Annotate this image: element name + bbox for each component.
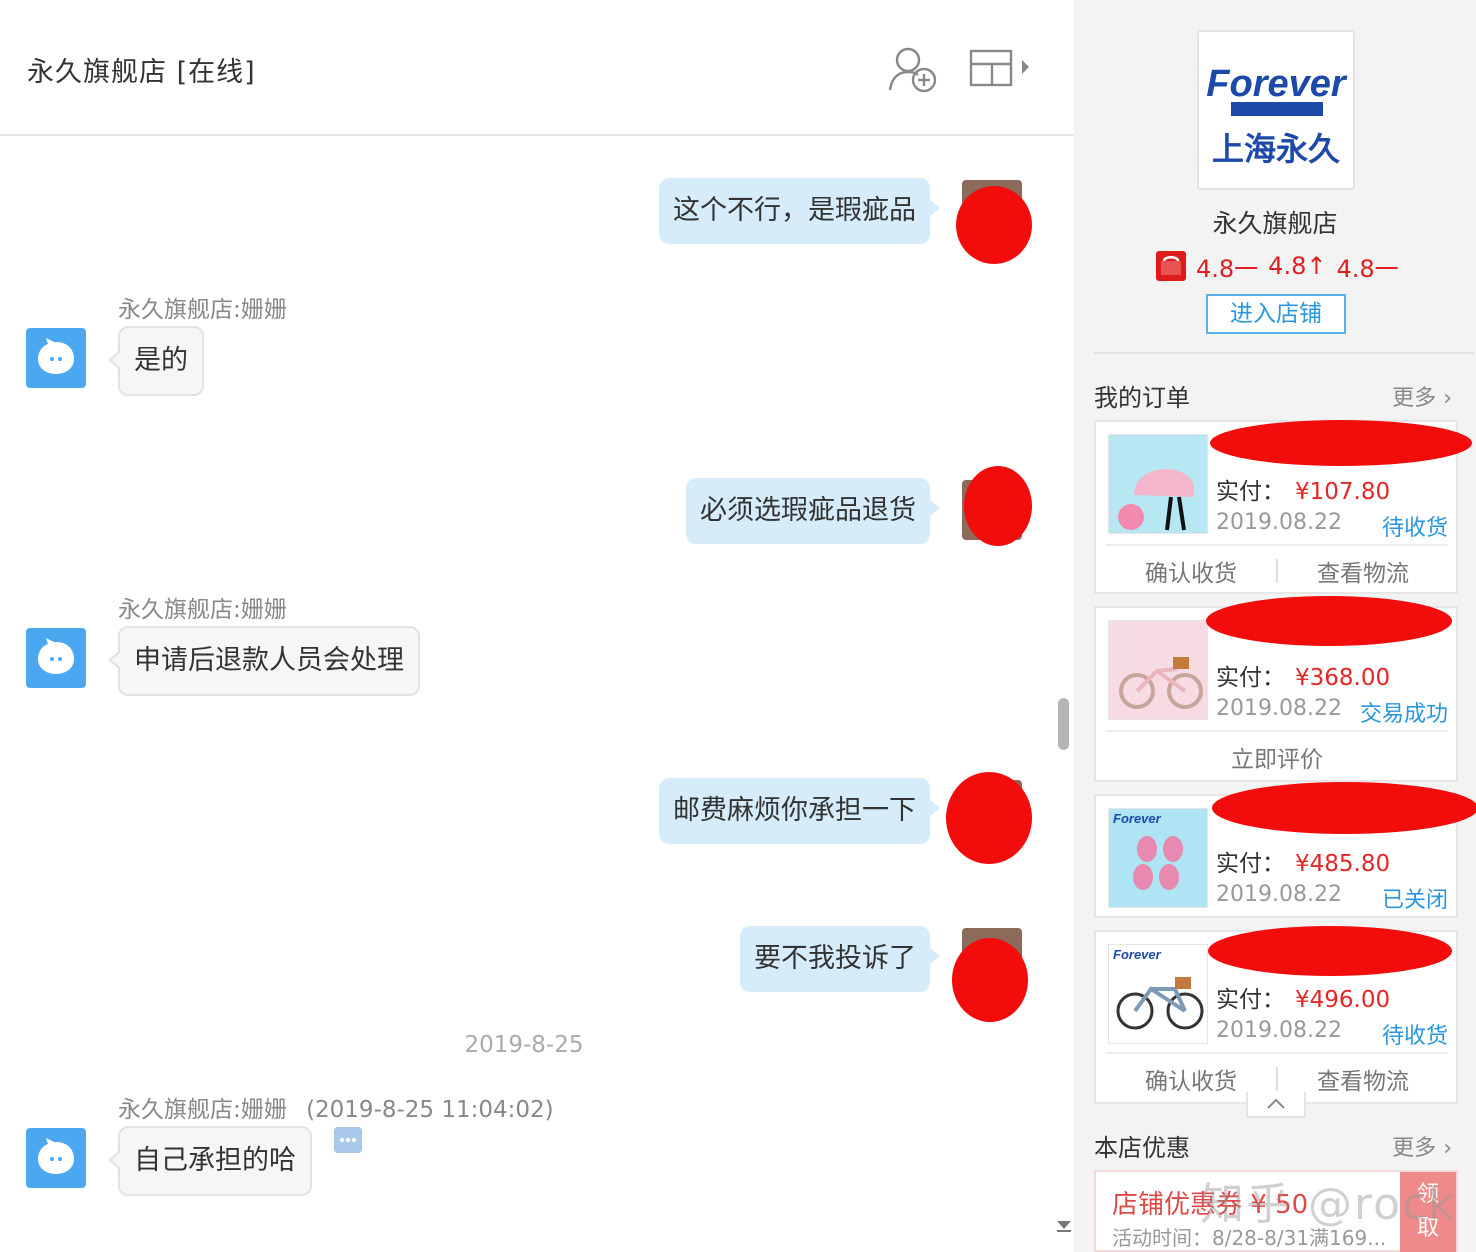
pay-label: 实付： (1216, 987, 1285, 1013)
view-logistics-button[interactable]: 查看物流 (1278, 554, 1448, 588)
rating-description: 4.8一 (1196, 254, 1259, 283)
more-label: 更多 (1392, 1136, 1437, 1161)
sender-name: 永久旗舰店:姗姗 (118, 297, 287, 323)
more-label: 更多 (1392, 386, 1437, 411)
message-bubble-incoming: 申请后退款人员会处理 (108, 626, 420, 696)
svg-text:Forever: Forever (1113, 811, 1162, 826)
orders-section-title: 我的订单 (1094, 384, 1190, 412)
logo-cn-text: 上海永久 (1212, 130, 1340, 168)
promo-section-title: 本店优惠 (1094, 1134, 1190, 1162)
redaction-mark (1206, 596, 1452, 646)
tmall-badge-icon (1156, 251, 1186, 281)
collapse-up-icon[interactable] (1246, 1092, 1306, 1118)
add-contact-icon[interactable] (886, 42, 942, 98)
redaction-mark (1210, 420, 1472, 466)
shop-name: 永久旗舰店 (1212, 209, 1338, 238)
promo-more-link[interactable]: 更多 › (1392, 1130, 1452, 1162)
order-status: 待收货 (1381, 1024, 1448, 1049)
order-card[interactable]: 实付： ¥107.80 2019.08.22 待收货 确认收货 查看物流 (1094, 420, 1472, 596)
chat-pane: 永久旗舰店 [在线] 这个不行，是瑕疵品 永久旗舰店:姗姗 是的 必须选瑕疵品退… (0, 0, 1074, 1252)
pay-amount: ¥107.80 (1295, 479, 1391, 505)
sender-name: 永久旗舰店:姗姗 (118, 597, 287, 623)
shop-ratings: 4.8一 4.8↑ 4.8一 (1156, 250, 1399, 283)
order-card[interactable]: Forever 实付： ¥496.00 2019.08.22 待收货 确认收货 查… (1094, 926, 1458, 1104)
user-avatar (946, 772, 1032, 864)
chevron-right-icon: › (1443, 386, 1452, 411)
product-thumbnail (1108, 434, 1208, 534)
message-bubble-outgoing: 要不我投诉了 (740, 926, 940, 992)
confirm-receipt-button[interactable]: 确认收货 (1106, 554, 1276, 588)
message-bubble-incoming: 是的 (108, 326, 204, 396)
user-avatar (962, 466, 1032, 546)
pay-label: 实付： (1216, 665, 1285, 691)
order-payment: 实付： ¥496.00 (1216, 980, 1390, 1014)
order-payment: 实付： ¥107.80 (1216, 472, 1390, 506)
view-logistics-button[interactable]: 查看物流 (1278, 1062, 1448, 1096)
order-date: 2019.08.22 (1216, 696, 1342, 721)
redaction-mark (1212, 782, 1476, 834)
order-status: 交易成功 (1359, 702, 1448, 727)
redaction-mark (956, 186, 1032, 264)
shop-side-panel: Forever 上海永久 永久旗舰店 4.8一 4.8↑ 4.8一 进入店铺 我… (1074, 0, 1476, 1252)
chat-scrollbar[interactable] (1058, 698, 1069, 750)
rate-now-button[interactable]: 立即评价 (1106, 740, 1448, 774)
logo-brand-text: Forever (1206, 63, 1348, 105)
message-bubble-outgoing: 必须选瑕疵品退货 (686, 478, 940, 544)
chat-mascot-icon (38, 638, 74, 674)
sender-name: 永久旗舰店:姗姗 (118, 1097, 287, 1123)
message-timestamp: (2019-8-25 11:04:02) (306, 1097, 554, 1123)
rating-service: 4.8↑ (1268, 252, 1327, 280)
enter-shop-button[interactable]: 进入店铺 (1206, 294, 1346, 334)
order-payment: 实付： ¥485.80 (1216, 844, 1390, 878)
watermark: 知乎 @rock (1200, 1179, 1456, 1230)
user-avatar (952, 928, 1028, 1022)
order-actions: 确认收货 查看物流 (1106, 544, 1448, 596)
redaction-mark (946, 772, 1032, 864)
shop-avatar (26, 328, 86, 388)
order-card[interactable]: Forever 实付： ¥485.80 2019.08.22 已关闭 (1094, 782, 1476, 918)
scroll-to-bottom-icon[interactable] (1056, 1218, 1072, 1232)
order-status: 待收货 (1381, 516, 1448, 541)
pay-label: 实付： (1216, 851, 1285, 877)
divider (1094, 352, 1474, 354)
redaction-mark (952, 938, 1028, 1022)
more-options-icon[interactable] (334, 1127, 362, 1153)
redaction-mark (1208, 926, 1452, 976)
rating-logistics: 4.8一 (1336, 254, 1399, 283)
message-bubble-incoming: 自己承担的哈 (108, 1126, 312, 1196)
svg-text:Forever: Forever (1113, 947, 1162, 962)
pay-amount: ¥368.00 (1295, 665, 1391, 691)
shop-avatar (26, 1128, 86, 1188)
chat-mascot-icon (38, 338, 74, 374)
panel-layout-icon[interactable] (966, 42, 1038, 98)
chevron-right-icon: › (1443, 1136, 1452, 1161)
order-date: 2019.08.22 (1216, 510, 1342, 535)
order-date: 2019.08.22 (1216, 1018, 1342, 1043)
shop-logo[interactable]: Forever 上海永久 (1197, 30, 1355, 190)
order-actions: 立即评价 (1106, 730, 1448, 782)
message-bubble-outgoing: 邮费麻烦你承担一下 (659, 778, 940, 844)
chat-title: 永久旗舰店 [在线] (27, 57, 256, 88)
user-avatar (956, 180, 1032, 264)
sender-line: 永久旗舰店:姗姗 (2019-8-25 11:04:02) (118, 1090, 554, 1124)
order-payment: 实付： ¥368.00 (1216, 658, 1390, 692)
order-date: 2019.08.22 (1216, 882, 1342, 907)
product-thumbnail: Forever (1108, 808, 1208, 908)
chat-mascot-icon (38, 1138, 74, 1174)
confirm-receipt-button[interactable]: 确认收货 (1106, 1062, 1276, 1096)
redaction-mark (964, 466, 1032, 546)
product-thumbnail: Forever (1108, 944, 1208, 1044)
product-thumbnail (1108, 620, 1208, 720)
pay-amount: ¥496.00 (1295, 987, 1391, 1013)
pay-amount: ¥485.80 (1295, 851, 1391, 877)
order-card[interactable]: 实付： ¥368.00 2019.08.22 交易成功 立即评价 (1094, 596, 1458, 782)
order-status: 已关闭 (1381, 888, 1448, 913)
shop-avatar (26, 628, 86, 688)
pay-label: 实付： (1216, 479, 1285, 505)
date-separator: 2019-8-25 (464, 1032, 584, 1058)
message-bubble-outgoing: 这个不行，是瑕疵品 (659, 178, 940, 244)
orders-more-link[interactable]: 更多 › (1392, 380, 1452, 412)
chat-header: 永久旗舰店 [在线] (0, 0, 1074, 136)
